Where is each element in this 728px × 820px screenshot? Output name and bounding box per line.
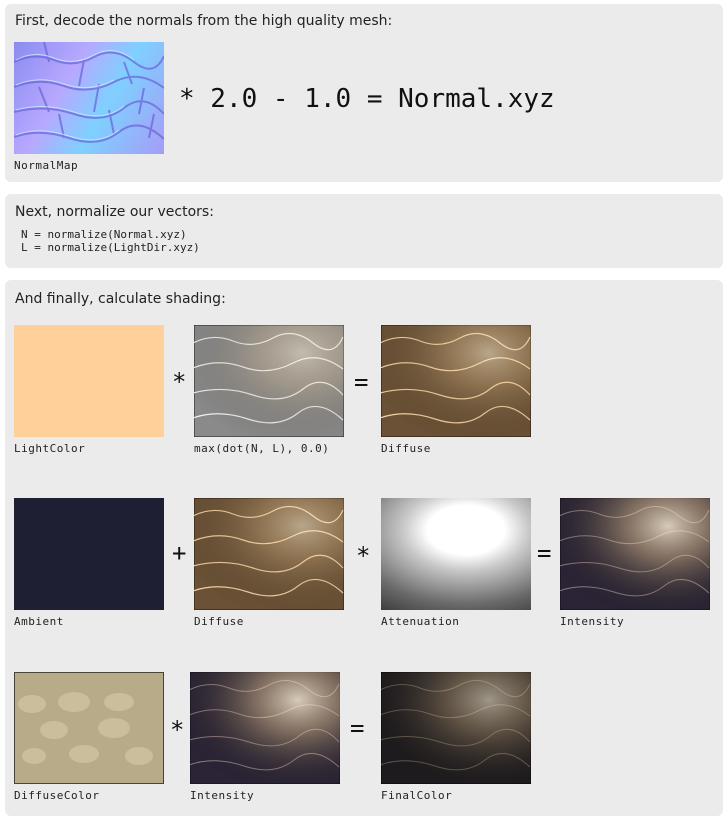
diffuse-color-image [14, 672, 164, 784]
normalize-code-line-2: L = normalize(LightDir.xyz) [21, 241, 200, 254]
step2-heading: Next, normalize our vectors: [15, 204, 214, 220]
intensity-image [560, 498, 710, 610]
step1-heading: First, decode the normals from the high … [15, 13, 393, 29]
ndotl-caption: max(dot(N, L), 0.0) [194, 442, 330, 455]
diffuse-image [381, 325, 531, 437]
final-color-caption: FinalColor [381, 789, 453, 802]
ambient-image [14, 498, 164, 610]
equals-operator-3: = [350, 714, 365, 742]
intensity-image-2 [190, 672, 340, 784]
decode-normals-panel: First, decode the normals from the high … [5, 4, 723, 182]
ndotl-image [194, 325, 344, 437]
normalize-panel: Next, normalize our vectors: N = normali… [5, 194, 723, 268]
multiply-operator-3: * [170, 716, 185, 744]
step3-heading: And finally, calculate shading: [15, 291, 226, 307]
normal-map-image [14, 42, 164, 154]
multiply-operator-2: * [356, 542, 371, 570]
intensity-caption-2: Intensity [190, 789, 255, 802]
normal-map-caption: NormalMap [14, 159, 79, 172]
diffuse-caption: Diffuse [381, 442, 431, 455]
shading-panel: And finally, calculate shading: LightCol… [5, 280, 723, 816]
light-color-image [14, 325, 164, 437]
attenuation-image [381, 498, 531, 610]
intensity-caption: Intensity [560, 615, 625, 628]
normalize-code-line-1: N = normalize(Normal.xyz) [21, 228, 187, 241]
diffuse-caption-2: Diffuse [194, 615, 244, 628]
plus-operator: + [172, 539, 187, 567]
diffuse-color-caption: DiffuseColor [14, 789, 100, 802]
equals-operator: = [354, 368, 369, 396]
equals-operator-2: = [537, 539, 552, 567]
final-color-image [381, 672, 531, 784]
multiply-operator: * [172, 368, 187, 396]
attenuation-caption: Attenuation [381, 615, 460, 628]
diffuse-image-2 [194, 498, 344, 610]
ambient-caption: Ambient [14, 615, 64, 628]
decode-formula: * 2.0 - 1.0 = Normal.xyz [179, 84, 555, 114]
light-color-caption: LightColor [14, 442, 86, 455]
